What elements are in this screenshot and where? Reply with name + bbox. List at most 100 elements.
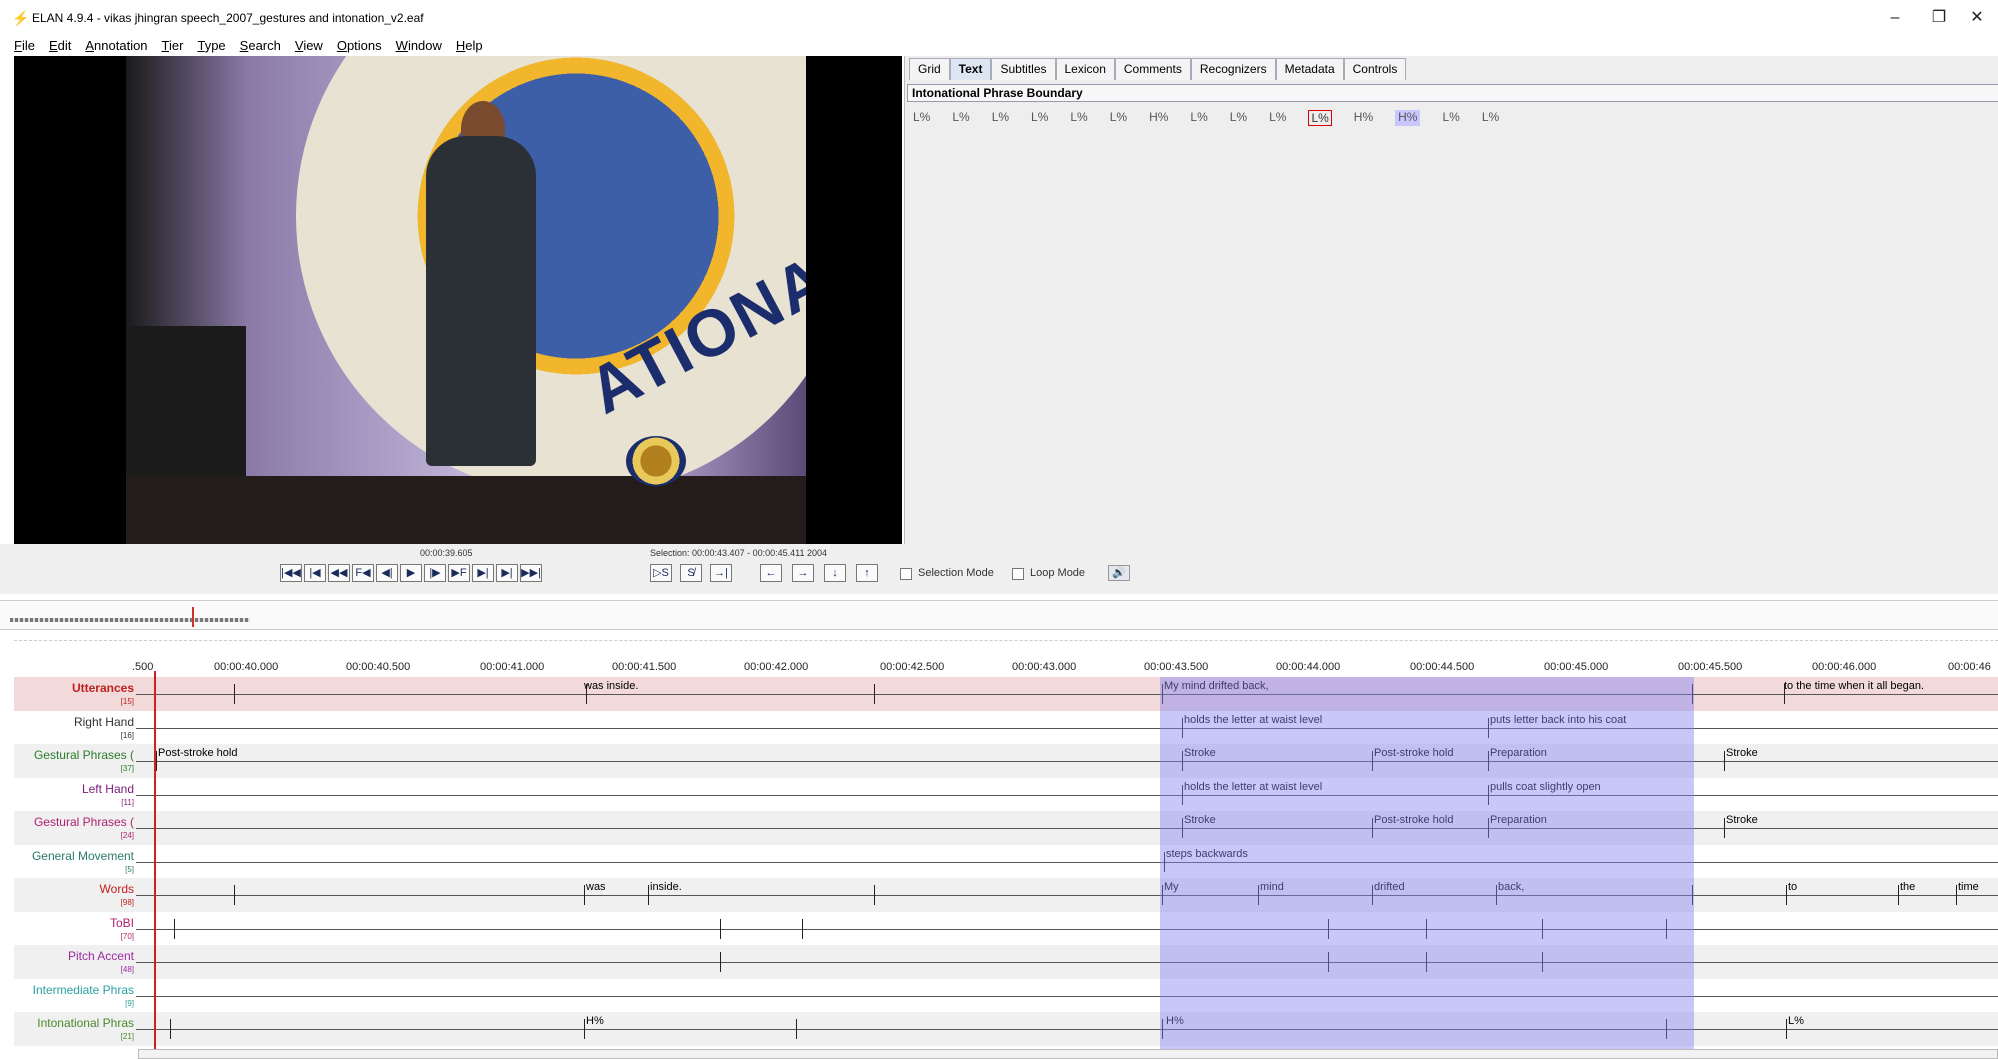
tier-name[interactable]: Right Hand xyxy=(14,715,134,729)
tier-name[interactable]: General Movement xyxy=(14,849,134,863)
annotation-label[interactable]: L% xyxy=(1788,1015,1804,1027)
annotation-label[interactable]: to the time when it all began. xyxy=(1784,680,1924,692)
annotation-boundary[interactable] xyxy=(1724,751,1725,771)
annotation-boundary[interactable] xyxy=(1786,885,1787,905)
annotation-label[interactable]: was inside. xyxy=(584,680,638,692)
next-pixel-button[interactable]: ▶F xyxy=(448,564,470,582)
tier-row[interactable]: General Movement [5] steps backwards xyxy=(14,844,1998,879)
video-player[interactable]: ATIONAL xyxy=(14,56,902,544)
crosshair-cursor[interactable] xyxy=(154,671,156,1059)
menu-tier[interactable]: Tier xyxy=(162,38,184,53)
annotation-boundary[interactable] xyxy=(234,885,235,905)
tab-grid[interactable]: Grid xyxy=(909,58,950,80)
annotation-boundary[interactable] xyxy=(584,1019,585,1039)
play-selection-button[interactable]: |▶ xyxy=(424,564,446,582)
annotation-boundary[interactable] xyxy=(234,684,235,704)
loop-mode-checkbox[interactable] xyxy=(1012,568,1024,580)
annotation-boundary[interactable] xyxy=(874,885,875,905)
boundary-label[interactable]: L% xyxy=(992,110,1009,126)
menu-options[interactable]: Options xyxy=(337,38,382,53)
boundary-label[interactable]: L% xyxy=(1442,110,1459,126)
tier-name[interactable]: ToBI xyxy=(14,916,134,930)
annotation-boundary[interactable] xyxy=(1898,885,1899,905)
boundary-label[interactable]: L% xyxy=(1308,110,1332,126)
tab-comments[interactable]: Comments xyxy=(1114,58,1191,80)
tier-row[interactable]: Words [98] was inside. My mind drifted back, to t… xyxy=(14,878,1998,912)
annotation-boundary[interactable] xyxy=(720,952,721,972)
tab-recognizers[interactable]: Recognizers xyxy=(1190,58,1276,80)
menu-edit[interactable]: Edit xyxy=(49,38,71,53)
boundary-label[interactable]: L% xyxy=(1110,110,1127,126)
boundary-label[interactable]: L% xyxy=(1269,110,1286,126)
menu-file[interactable]: File xyxy=(14,38,35,53)
play-button[interactable]: ▶ xyxy=(400,564,422,582)
tab-subtitles[interactable]: Subtitles xyxy=(991,58,1056,80)
annotation-label[interactable]: H% xyxy=(586,1015,604,1027)
annotation-label[interactable]: the xyxy=(1900,881,1915,893)
annotation-label[interactable]: Post-stroke hold xyxy=(158,747,237,759)
play-selection-button[interactable]: ▷S xyxy=(650,564,672,582)
step-back-sec-button[interactable]: ◀◀ xyxy=(328,564,350,582)
tier-row[interactable]: Gestural Phrases ([24] Stroke Post-stroke … xyxy=(14,811,1998,845)
annotation-boundary[interactable] xyxy=(874,684,875,704)
tier-row[interactable]: Gestural Phrases ([37] Post-stroke hold St… xyxy=(14,744,1998,778)
tier-name[interactable]: Words xyxy=(14,882,134,896)
menu-type[interactable]: Type xyxy=(197,38,225,53)
tab-lexicon[interactable]: Lexicon xyxy=(1055,58,1115,80)
boundary-label[interactable]: L% xyxy=(1031,110,1048,126)
annotation-label[interactable]: was xyxy=(586,881,606,893)
selection-mode-checkbox[interactable] xyxy=(900,568,912,580)
step-forward-sec-button[interactable]: ▶| xyxy=(472,564,494,582)
tier-row[interactable]: Intonational Phras [21] H% H% L% xyxy=(14,1012,1998,1046)
waveform-overview[interactable] xyxy=(0,600,1998,630)
tier-up-button[interactable]: ↑ xyxy=(856,564,878,582)
annotation-boundary[interactable] xyxy=(796,1019,797,1039)
tab-text[interactable]: Text xyxy=(949,58,992,80)
selection-end-button[interactable]: →| xyxy=(710,564,732,582)
restore-button[interactable]: ❐ xyxy=(1924,8,1954,28)
annotation-boundary[interactable] xyxy=(802,918,803,939)
annotation-boundary[interactable] xyxy=(1724,818,1725,838)
prev-pixel-button[interactable]: F◀ xyxy=(352,564,374,582)
boundary-label[interactable]: H% xyxy=(1354,110,1373,126)
boundary-label[interactable]: H% xyxy=(1395,110,1421,126)
annotation-boundary[interactable] xyxy=(156,751,157,771)
menu-search[interactable]: Search xyxy=(240,38,281,53)
boundary-label[interactable]: L% xyxy=(1482,110,1499,126)
tier-name[interactable]: Left Hand xyxy=(14,782,134,796)
annotation-boundary[interactable] xyxy=(1786,1019,1787,1039)
menu-view[interactable]: View xyxy=(295,38,323,53)
time-ruler[interactable]: .500 00:00:40.000 00:00:40.500 00:00:41.000… xyxy=(14,649,1998,673)
volume-icon[interactable]: 🔊 xyxy=(1108,565,1130,581)
annotation-boundary[interactable] xyxy=(174,918,175,939)
annotation-boundary[interactable] xyxy=(720,918,721,939)
tier-row[interactable]: Left Hand [11] holds the letter at waist l… xyxy=(14,777,1998,812)
go-to-begin-button[interactable]: |◀◀ xyxy=(280,564,302,582)
tier-name[interactable]: Gestural Phrases ( xyxy=(14,748,134,762)
tier-down-button[interactable]: ↓ xyxy=(824,564,846,582)
menu-annotation[interactable]: Annotation xyxy=(85,38,147,53)
annotation-boundary[interactable] xyxy=(584,885,585,905)
tier-row[interactable]: Right Hand [16] holds the letter at waist … xyxy=(14,710,1998,745)
menu-window[interactable]: Window xyxy=(396,38,442,53)
minimize-button[interactable]: – xyxy=(1880,8,1910,28)
tab-controls[interactable]: Controls xyxy=(1343,58,1407,80)
tier-row[interactable]: Utterances [15] was inside. My mind drifted… xyxy=(14,677,1998,711)
clear-selection-button[interactable]: S̸ xyxy=(680,564,702,582)
boundary-label[interactable]: H% xyxy=(1149,110,1168,126)
boundary-label[interactable]: L% xyxy=(1070,110,1087,126)
scroll-back-button[interactable]: ◀| xyxy=(376,564,398,582)
tier-row[interactable]: Intermediate Phras [9] xyxy=(14,978,1998,1013)
menu-help[interactable]: Help xyxy=(456,38,483,53)
boundary-label[interactable]: L% xyxy=(1190,110,1207,126)
tier-name[interactable]: Pitch Accent xyxy=(14,949,134,963)
selection-highlight[interactable] xyxy=(1160,677,1694,1059)
timeline-viewer[interactable]: .500 00:00:40.000 00:00:40.500 00:00:41.000… xyxy=(14,640,1998,1059)
annotation-label[interactable]: Stroke xyxy=(1726,814,1758,826)
tier-row[interactable]: Pitch Accent [48] xyxy=(14,945,1998,979)
go-to-end-button[interactable]: ▶▶| xyxy=(520,564,542,582)
overview-cursor[interactable] xyxy=(192,607,194,627)
annotation-boundary[interactable] xyxy=(170,1019,171,1039)
boundary-label[interactable]: L% xyxy=(913,110,930,126)
annotation-right-button[interactable]: → xyxy=(792,564,814,582)
